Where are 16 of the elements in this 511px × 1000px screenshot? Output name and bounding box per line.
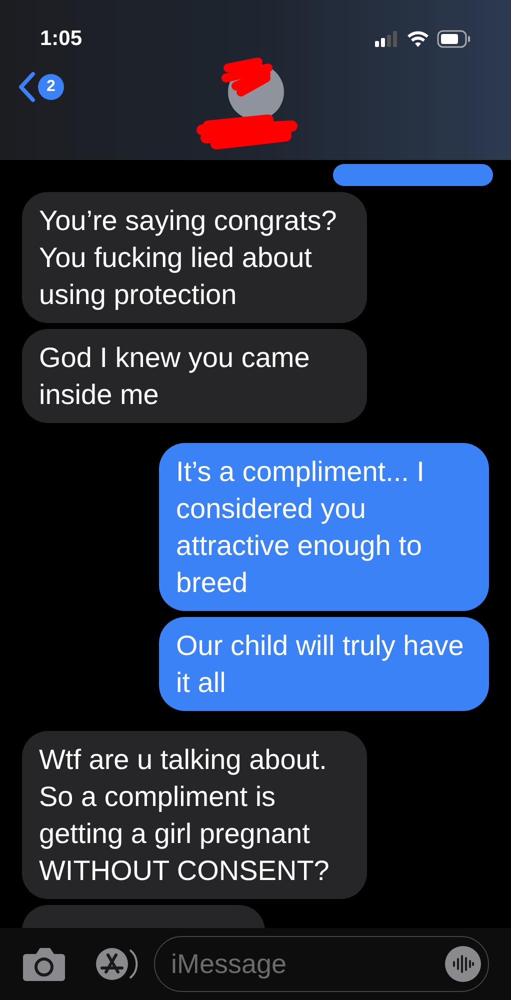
input-placeholder: iMessage	[171, 948, 288, 981]
message-input-field[interactable]: iMessage	[154, 936, 489, 992]
message-bubble: You’re saying congrats? You fucking lied about using protection	[22, 192, 367, 323]
status-time: 1:05	[40, 26, 82, 52]
back-button[interactable]: 2	[18, 72, 64, 102]
audio-waveform-icon[interactable]	[444, 945, 482, 983]
message-bubble: Our child will truly have it all	[159, 617, 489, 711]
back-chevron-icon	[18, 72, 36, 102]
message-bubble: It’s a compliment... I considered you attractive enough to breed	[159, 443, 489, 611]
signal-icon	[375, 31, 399, 47]
wifi-icon	[407, 31, 429, 47]
message-bubble: Wtf are u talking about. So a compliment is getting a girl pregnant WITHOUT CONSENT?	[22, 731, 367, 899]
unread-badge: 2	[38, 74, 64, 100]
message-bubble: God I knew you came inside me	[22, 329, 367, 423]
camera-icon[interactable]	[22, 946, 66, 982]
battery-icon	[437, 30, 471, 48]
